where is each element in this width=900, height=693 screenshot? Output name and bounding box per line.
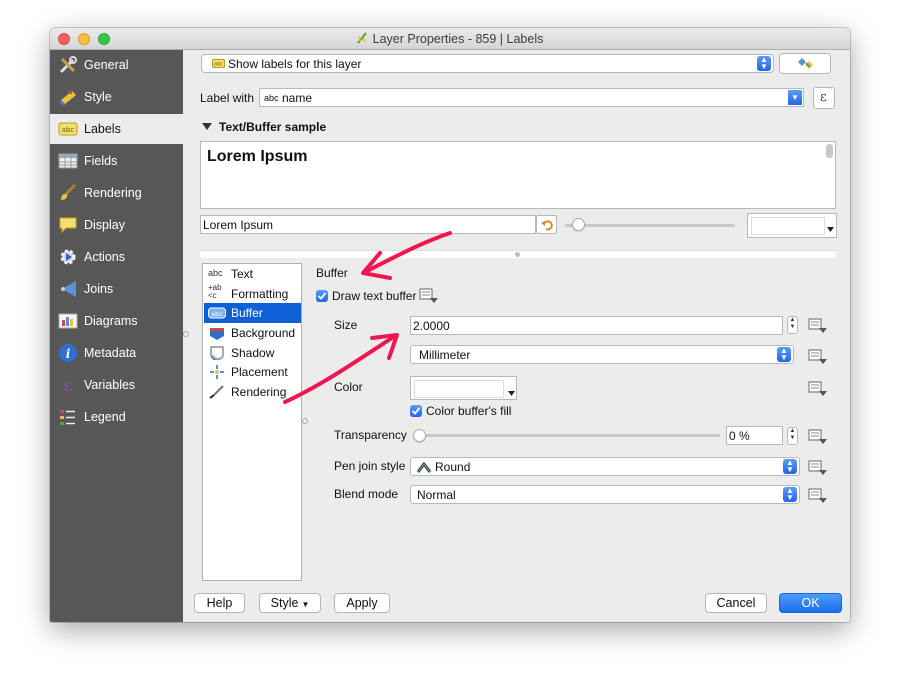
annotation-arrows xyxy=(283,231,452,404)
annotation-arrow-size xyxy=(283,333,399,404)
annotation-arrow-buffer xyxy=(361,231,452,280)
